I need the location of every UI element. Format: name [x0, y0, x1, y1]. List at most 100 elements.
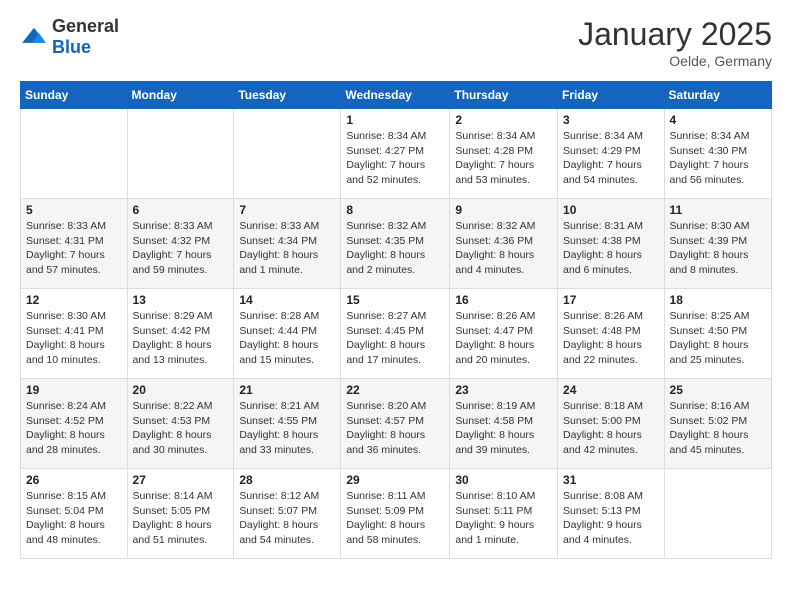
day-number: 18 — [670, 293, 766, 307]
week-row-1: 1Sunrise: 8:34 AM Sunset: 4:27 PM Daylig… — [21, 109, 772, 199]
page: General Blue January 2025 Oelde, Germany… — [0, 0, 792, 575]
day-number: 2 — [455, 113, 552, 127]
week-row-2: 5 Sunrise: 8:33 AM Sunset: 4:31 PM Daylig… — [21, 199, 772, 289]
calendar-cell: 20Sunrise: 8:22 AM Sunset: 4:53 PM Dayli… — [127, 379, 234, 469]
day-info: Sunrise: 8:26 AM Sunset: 4:47 PM Dayligh… — [455, 309, 552, 368]
calendar-cell: 6Sunrise: 8:33 AM Sunset: 4:32 PM Daylig… — [127, 199, 234, 289]
day-number: 17 — [563, 293, 659, 307]
calendar-cell: 11 Sunrise: 8:30 AM Sunset: 4:39 PM Dayli… — [664, 199, 771, 289]
calendar-cell: 25Sunrise: 8:16 AM Sunset: 5:02 PM Dayli… — [664, 379, 771, 469]
logo-text: General Blue — [52, 16, 119, 58]
day-number: 11 — [670, 203, 766, 217]
day-header-saturday: Saturday — [664, 82, 771, 109]
calendar-cell: 27 Sunrise: 8:14 AM Sunset: 5:05 PM Dayli… — [127, 469, 234, 559]
day-header-friday: Friday — [558, 82, 665, 109]
calendar-cell: 17 Sunrise: 8:26 AM Sunset: 4:48 PM Dayli… — [558, 289, 665, 379]
day-info: Sunrise: 8:33 AM Sunset: 4:31 PM Dayligh… — [26, 219, 122, 278]
calendar-table: SundayMondayTuesdayWednesdayThursdayFrid… — [20, 81, 772, 559]
title-block: January 2025 Oelde, Germany — [578, 16, 772, 69]
day-number: 30 — [455, 473, 552, 487]
calendar-cell: 13Sunrise: 8:29 AM Sunset: 4:42 PM Dayli… — [127, 289, 234, 379]
day-info: Sunrise: 8:30 AM Sunset: 4:41 PM Dayligh… — [26, 309, 122, 368]
logo-blue: Blue — [52, 37, 91, 57]
calendar-cell: 22 Sunrise: 8:20 AM Sunset: 4:57 PM Dayli… — [341, 379, 450, 469]
calendar-cell: 23 Sunrise: 8:19 AM Sunset: 4:58 PM Dayli… — [450, 379, 558, 469]
day-number: 26 — [26, 473, 122, 487]
day-info: Sunrise: 8:08 AM Sunset: 5:13 PM Dayligh… — [563, 489, 659, 548]
calendar-cell: 21 Sunrise: 8:21 AM Sunset: 4:55 PM Dayli… — [234, 379, 341, 469]
calendar-cell: 29 Sunrise: 8:11 AM Sunset: 5:09 PM Dayli… — [341, 469, 450, 559]
day-info: Sunrise: 8:21 AM Sunset: 4:55 PM Dayligh… — [239, 399, 335, 458]
day-info: Sunrise: 8:30 AM Sunset: 4:39 PM Dayligh… — [670, 219, 766, 278]
calendar-cell: 18 Sunrise: 8:25 AM Sunset: 4:50 PM Dayli… — [664, 289, 771, 379]
day-number: 31 — [563, 473, 659, 487]
day-number: 29 — [346, 473, 444, 487]
day-info: Sunrise: 8:24 AM Sunset: 4:52 PM Dayligh… — [26, 399, 122, 458]
day-info: Sunrise: 8:34 AM Sunset: 4:28 PM Dayligh… — [455, 129, 552, 188]
day-number: 21 — [239, 383, 335, 397]
logo-general: General — [52, 16, 119, 36]
calendar-header-row: SundayMondayTuesdayWednesdayThursdayFrid… — [21, 82, 772, 109]
calendar-cell: 9 Sunrise: 8:32 AM Sunset: 4:36 PM Daylig… — [450, 199, 558, 289]
day-number: 8 — [346, 203, 444, 217]
day-number: 3 — [563, 113, 659, 127]
day-info: Sunrise: 8:32 AM Sunset: 4:36 PM Dayligh… — [455, 219, 552, 278]
day-info: Sunrise: 8:25 AM Sunset: 4:50 PM Dayligh… — [670, 309, 766, 368]
day-info: Sunrise: 8:26 AM Sunset: 4:48 PM Dayligh… — [563, 309, 659, 368]
calendar-cell: 1Sunrise: 8:34 AM Sunset: 4:27 PM Daylig… — [341, 109, 450, 199]
day-header-monday: Monday — [127, 82, 234, 109]
day-info: Sunrise: 8:34 AM Sunset: 4:29 PM Dayligh… — [563, 129, 659, 188]
day-header-thursday: Thursday — [450, 82, 558, 109]
calendar-cell: 14Sunrise: 8:28 AM Sunset: 4:44 PM Dayli… — [234, 289, 341, 379]
day-info: Sunrise: 8:34 AM Sunset: 4:27 PM Dayligh… — [346, 129, 444, 188]
day-number: 5 — [26, 203, 122, 217]
day-number: 13 — [133, 293, 229, 307]
day-info: Sunrise: 8:27 AM Sunset: 4:45 PM Dayligh… — [346, 309, 444, 368]
day-number: 23 — [455, 383, 552, 397]
day-number: 22 — [346, 383, 444, 397]
calendar-cell: 4 Sunrise: 8:34 AM Sunset: 4:30 PM Daylig… — [664, 109, 771, 199]
calendar-cell: 3 Sunrise: 8:34 AM Sunset: 4:29 PM Daylig… — [558, 109, 665, 199]
day-info: Sunrise: 8:11 AM Sunset: 5:09 PM Dayligh… — [346, 489, 444, 548]
day-info: Sunrise: 8:19 AM Sunset: 4:58 PM Dayligh… — [455, 399, 552, 458]
calendar-cell: 30 Sunrise: 8:10 AM Sunset: 5:11 PM Dayli… — [450, 469, 558, 559]
day-number: 20 — [133, 383, 229, 397]
calendar-cell: 12Sunrise: 8:30 AM Sunset: 4:41 PM Dayli… — [21, 289, 128, 379]
day-number: 10 — [563, 203, 659, 217]
calendar-cell: 19 Sunrise: 8:24 AM Sunset: 4:52 PM Dayli… — [21, 379, 128, 469]
day-number: 27 — [133, 473, 229, 487]
day-info: Sunrise: 8:33 AM Sunset: 4:34 PM Dayligh… — [239, 219, 335, 278]
day-info: Sunrise: 8:31 AM Sunset: 4:38 PM Dayligh… — [563, 219, 659, 278]
day-number: 28 — [239, 473, 335, 487]
calendar-cell: 31 Sunrise: 8:08 AM Sunset: 5:13 PM Dayli… — [558, 469, 665, 559]
calendar-cell — [21, 109, 128, 199]
day-number: 9 — [455, 203, 552, 217]
day-info: Sunrise: 8:15 AM Sunset: 5:04 PM Dayligh… — [26, 489, 122, 548]
header: General Blue January 2025 Oelde, Germany — [20, 16, 772, 69]
calendar-cell: 10 Sunrise: 8:31 AM Sunset: 4:38 PM Dayli… — [558, 199, 665, 289]
location: Oelde, Germany — [578, 53, 772, 69]
calendar-cell: 15 Sunrise: 8:27 AM Sunset: 4:45 PM Dayli… — [341, 289, 450, 379]
day-number: 19 — [26, 383, 122, 397]
day-number: 4 — [670, 113, 766, 127]
day-number: 15 — [346, 293, 444, 307]
calendar-cell: 16Sunrise: 8:26 AM Sunset: 4:47 PM Dayli… — [450, 289, 558, 379]
week-row-3: 12Sunrise: 8:30 AM Sunset: 4:41 PM Dayli… — [21, 289, 772, 379]
day-number: 14 — [239, 293, 335, 307]
calendar-cell: 26 Sunrise: 8:15 AM Sunset: 5:04 PM Dayli… — [21, 469, 128, 559]
calendar-cell: 7Sunrise: 8:33 AM Sunset: 4:34 PM Daylig… — [234, 199, 341, 289]
day-info: Sunrise: 8:34 AM Sunset: 4:30 PM Dayligh… — [670, 129, 766, 188]
day-info: Sunrise: 8:32 AM Sunset: 4:35 PM Dayligh… — [346, 219, 444, 278]
day-number: 6 — [133, 203, 229, 217]
calendar-cell: 8 Sunrise: 8:32 AM Sunset: 4:35 PM Daylig… — [341, 199, 450, 289]
day-header-sunday: Sunday — [21, 82, 128, 109]
day-info: Sunrise: 8:14 AM Sunset: 5:05 PM Dayligh… — [133, 489, 229, 548]
calendar-cell: 28Sunrise: 8:12 AM Sunset: 5:07 PM Dayli… — [234, 469, 341, 559]
day-header-wednesday: Wednesday — [341, 82, 450, 109]
day-info: Sunrise: 8:10 AM Sunset: 5:11 PM Dayligh… — [455, 489, 552, 548]
day-info: Sunrise: 8:20 AM Sunset: 4:57 PM Dayligh… — [346, 399, 444, 458]
calendar-cell: 24Sunrise: 8:18 AM Sunset: 5:00 PM Dayli… — [558, 379, 665, 469]
day-number: 24 — [563, 383, 659, 397]
month-title: January 2025 — [578, 16, 772, 53]
day-info: Sunrise: 8:16 AM Sunset: 5:02 PM Dayligh… — [670, 399, 766, 458]
